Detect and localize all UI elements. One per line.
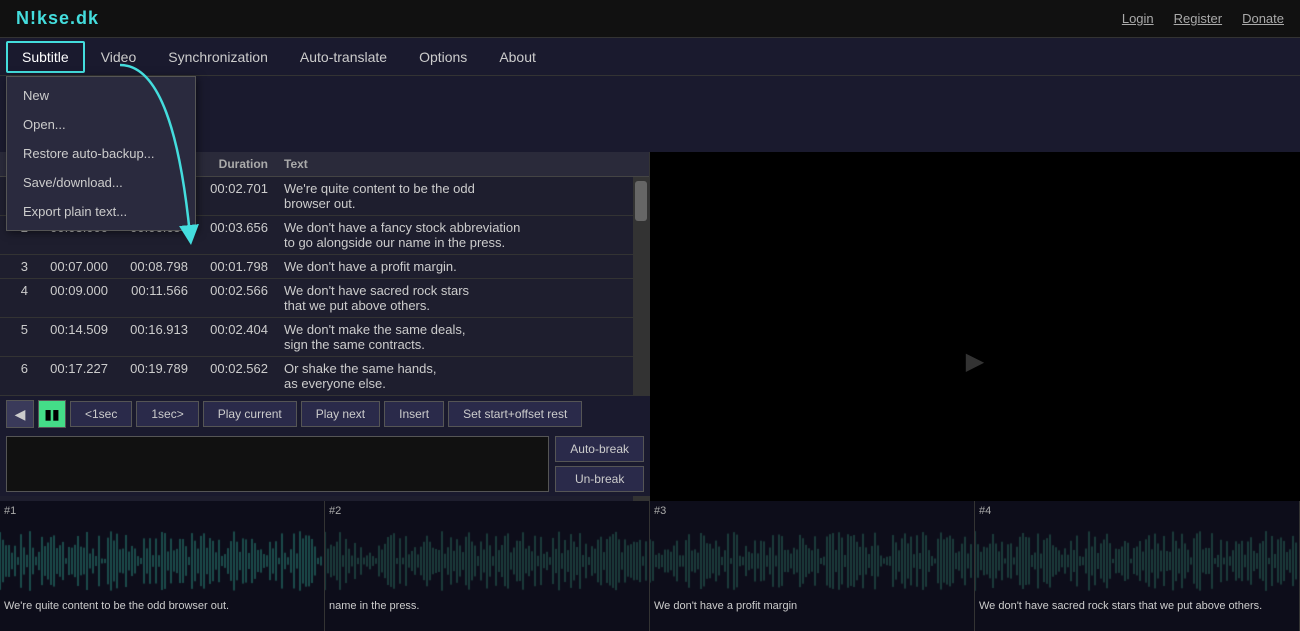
table-row[interactable]: 6 00:17.227 00:19.789 00:02.562 Or shake…	[0, 357, 633, 396]
cell-dur: 00:02.566	[196, 279, 276, 302]
waveform-segment-2: #2 We don't have a fancy stock abbreviat…	[325, 501, 650, 631]
navbar: Subtitle Video Synchronization Auto-tran…	[0, 38, 1300, 76]
register-link[interactable]: Register	[1174, 11, 1222, 26]
next-sec-button[interactable]: 1sec>	[136, 401, 198, 427]
cell-dur: 00:02.404	[196, 318, 276, 341]
cell-end: 00:08.798	[116, 255, 196, 278]
nav-subtitle[interactable]: Subtitle	[6, 41, 85, 73]
cell-text: We don't have sacred rock stars that we …	[276, 279, 633, 317]
subtitle-text-editor[interactable]	[6, 436, 549, 492]
pause-button[interactable]: ▮▮	[38, 400, 66, 428]
cell-dur: 00:01.798	[196, 255, 276, 278]
cell-num: 4	[0, 279, 36, 302]
scrollbar-thumb[interactable]	[635, 181, 647, 221]
cell-text: We don't have a profit margin.	[276, 255, 633, 278]
cell-end: 00:19.789	[116, 357, 196, 380]
auto-break-button[interactable]: Auto-break	[555, 436, 644, 462]
waveform-segment-3: #3 We don't have a profit margin	[650, 501, 975, 631]
menu-export[interactable]: Export plain text...	[7, 197, 195, 226]
text-editor-row: Auto-break Un-break	[0, 432, 650, 496]
waveform-label-2: #2	[329, 505, 341, 517]
waveform-segment-4: #4 We don't have sacred rock stars that …	[975, 501, 1300, 631]
cell-dur: 00:02.701	[196, 177, 276, 200]
cell-num: 6	[0, 357, 36, 380]
insert-button[interactable]: Insert	[384, 401, 444, 427]
waveform-label-3: #3	[654, 505, 666, 517]
waveform-area: #1 We're quite content to be the odd bro…	[0, 501, 1300, 631]
col-header-dur: Duration	[196, 152, 276, 176]
cell-num: 3	[0, 255, 36, 278]
cell-start: 00:14.509	[36, 318, 116, 341]
menu-open[interactable]: Open...	[7, 110, 195, 139]
nav-options[interactable]: Options	[403, 41, 483, 73]
logo-text: N!kse.dk	[16, 8, 99, 28]
waveform-label-4: #4	[979, 505, 991, 517]
menu-restore[interactable]: Restore auto-backup...	[7, 139, 195, 168]
waveform-canvas-1	[0, 521, 325, 601]
play-current-button[interactable]: Play current	[203, 401, 297, 427]
waveform-canvas-3	[650, 521, 975, 601]
logo: N!kse.dk	[16, 8, 99, 29]
cell-text: We're quite content to be the odd browse…	[276, 177, 633, 215]
cell-text: We don't make the same deals, sign the s…	[276, 318, 633, 356]
nav-auto-translate[interactable]: Auto-translate	[284, 41, 403, 73]
editor-buttons: Auto-break Un-break	[555, 436, 644, 492]
table-row[interactable]: 4 00:09.000 00:11.566 00:02.566 We don't…	[0, 279, 633, 318]
cell-dur: 00:02.562	[196, 357, 276, 380]
nav-video[interactable]: Video	[85, 41, 153, 73]
cell-text: Or shake the same hands, as everyone els…	[276, 357, 633, 395]
set-start-button[interactable]: Set start+offset rest	[448, 401, 582, 427]
col-header-scroll	[633, 152, 649, 176]
cell-dur: 00:03.656	[196, 216, 276, 239]
prev-button[interactable]: ◀	[6, 400, 34, 428]
table-row[interactable]: 5 00:14.509 00:16.913 00:02.404 We don't…	[0, 318, 633, 357]
cell-end: 00:16.913	[116, 318, 196, 341]
donate-link[interactable]: Donate	[1242, 11, 1284, 26]
menu-save[interactable]: Save/download...	[7, 168, 195, 197]
waveform-canvas-4	[975, 521, 1300, 601]
play-next-button[interactable]: Play next	[301, 401, 380, 427]
header-links: Login Register Donate	[1122, 11, 1284, 26]
video-placeholder: ▶	[966, 347, 984, 376]
un-break-button[interactable]: Un-break	[555, 466, 644, 492]
menu-new[interactable]: New	[7, 81, 195, 110]
subtitle-dropdown: New Open... Restore auto-backup... Save/…	[6, 76, 196, 231]
login-link[interactable]: Login	[1122, 11, 1154, 26]
cell-num: 5	[0, 318, 36, 341]
editor-area: ◀ ▮▮ <1sec 1sec> Play current Play next …	[0, 396, 650, 496]
cell-start: 00:09.000	[36, 279, 116, 302]
col-header-text: Text	[276, 152, 633, 176]
cell-text: We don't have a fancy stock abbreviation…	[276, 216, 633, 254]
nav-about[interactable]: About	[483, 41, 552, 73]
waveform-canvas-2	[325, 521, 650, 601]
waveform-label-1: #1	[4, 505, 16, 517]
cell-start: 00:17.227	[36, 357, 116, 380]
cell-start: 00:07.000	[36, 255, 116, 278]
table-row[interactable]: 3 00:07.000 00:08.798 00:01.798 We don't…	[0, 255, 633, 279]
waveform-segment-1: #1 We're quite content to be the odd bro…	[0, 501, 325, 631]
cell-end: 00:11.566	[116, 279, 196, 302]
nav-synchronization[interactable]: Synchronization	[152, 41, 284, 73]
prev-sec-button[interactable]: <1sec	[70, 401, 132, 427]
header: N!kse.dk Login Register Donate	[0, 0, 1300, 38]
playback-icon-row: ◀ ▮▮ <1sec 1sec> Play current Play next …	[0, 396, 650, 432]
